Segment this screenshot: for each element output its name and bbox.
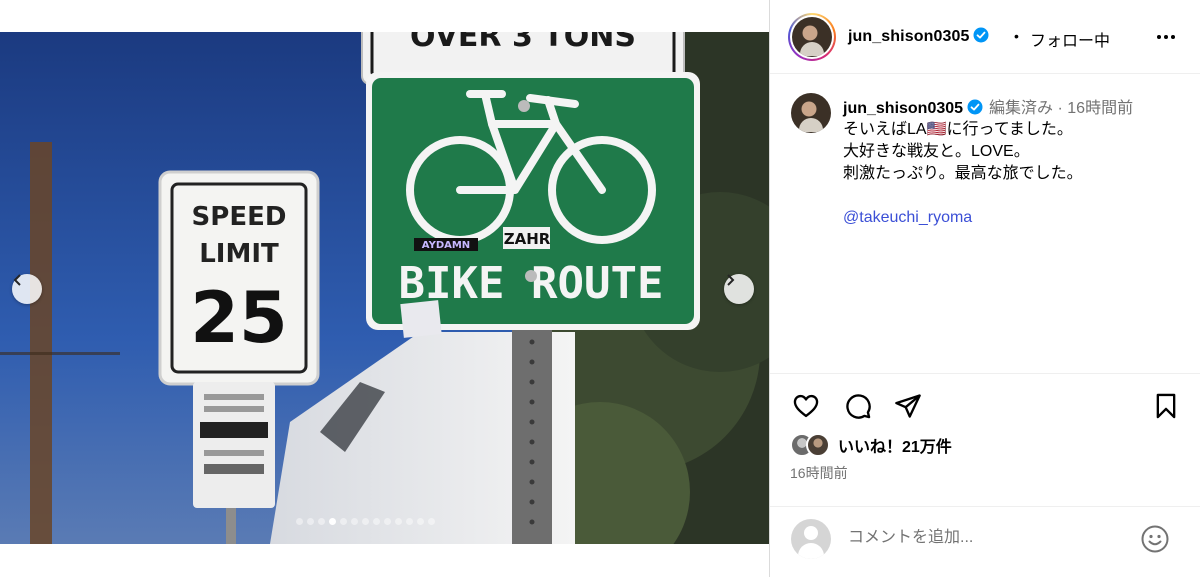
carousel-prev-button[interactable] xyxy=(12,274,42,304)
comment-box xyxy=(770,506,1200,577)
carousel-dot xyxy=(351,518,358,525)
speed-sign-value: 25 xyxy=(190,277,287,359)
bike-sign-text: BIKE ROUTE xyxy=(399,258,664,309)
top-sign-partial: OVER 3 TONS xyxy=(410,32,636,54)
sticker-aydamn: AYDAMN xyxy=(422,240,470,251)
chevron-left-icon xyxy=(13,274,21,286)
carousel-dot xyxy=(362,518,369,525)
carousel-indicator xyxy=(296,518,435,525)
carousel-dot xyxy=(406,518,413,525)
carousel-dot xyxy=(428,518,435,525)
current-user-avatar xyxy=(791,519,831,559)
carousel-dot xyxy=(307,518,314,525)
photo-illustration: SPEED LIMIT 25 OVER 3 TONS AYDAMN ZAHR B… xyxy=(0,32,769,544)
comment-box-wrap xyxy=(770,0,1200,577)
instagram-post-modal: SPEED LIMIT 25 OVER 3 TONS AYDAMN ZAHR B… xyxy=(0,0,1200,577)
carousel-dot xyxy=(417,518,424,525)
carousel-next-button[interactable] xyxy=(724,274,754,304)
carousel-dot xyxy=(329,518,336,525)
carousel-dot xyxy=(340,518,347,525)
carousel-dot xyxy=(318,518,325,525)
chevron-right-icon xyxy=(727,274,735,286)
carousel-dot xyxy=(373,518,380,525)
post-photo: SPEED LIMIT 25 OVER 3 TONS AYDAMN ZAHR B… xyxy=(0,32,769,544)
carousel-dot xyxy=(296,518,303,525)
carousel-dot xyxy=(395,518,402,525)
speed-sign-line1: SPEED xyxy=(192,202,287,232)
sticker-zahr: ZAHR xyxy=(504,230,551,248)
speed-sign-line2: LIMIT xyxy=(199,239,279,269)
post-media: SPEED LIMIT 25 OVER 3 TONS AYDAMN ZAHR B… xyxy=(0,0,769,577)
carousel-dot xyxy=(384,518,391,525)
emoji-icon[interactable] xyxy=(1140,524,1170,554)
comment-input[interactable] xyxy=(848,526,1128,550)
